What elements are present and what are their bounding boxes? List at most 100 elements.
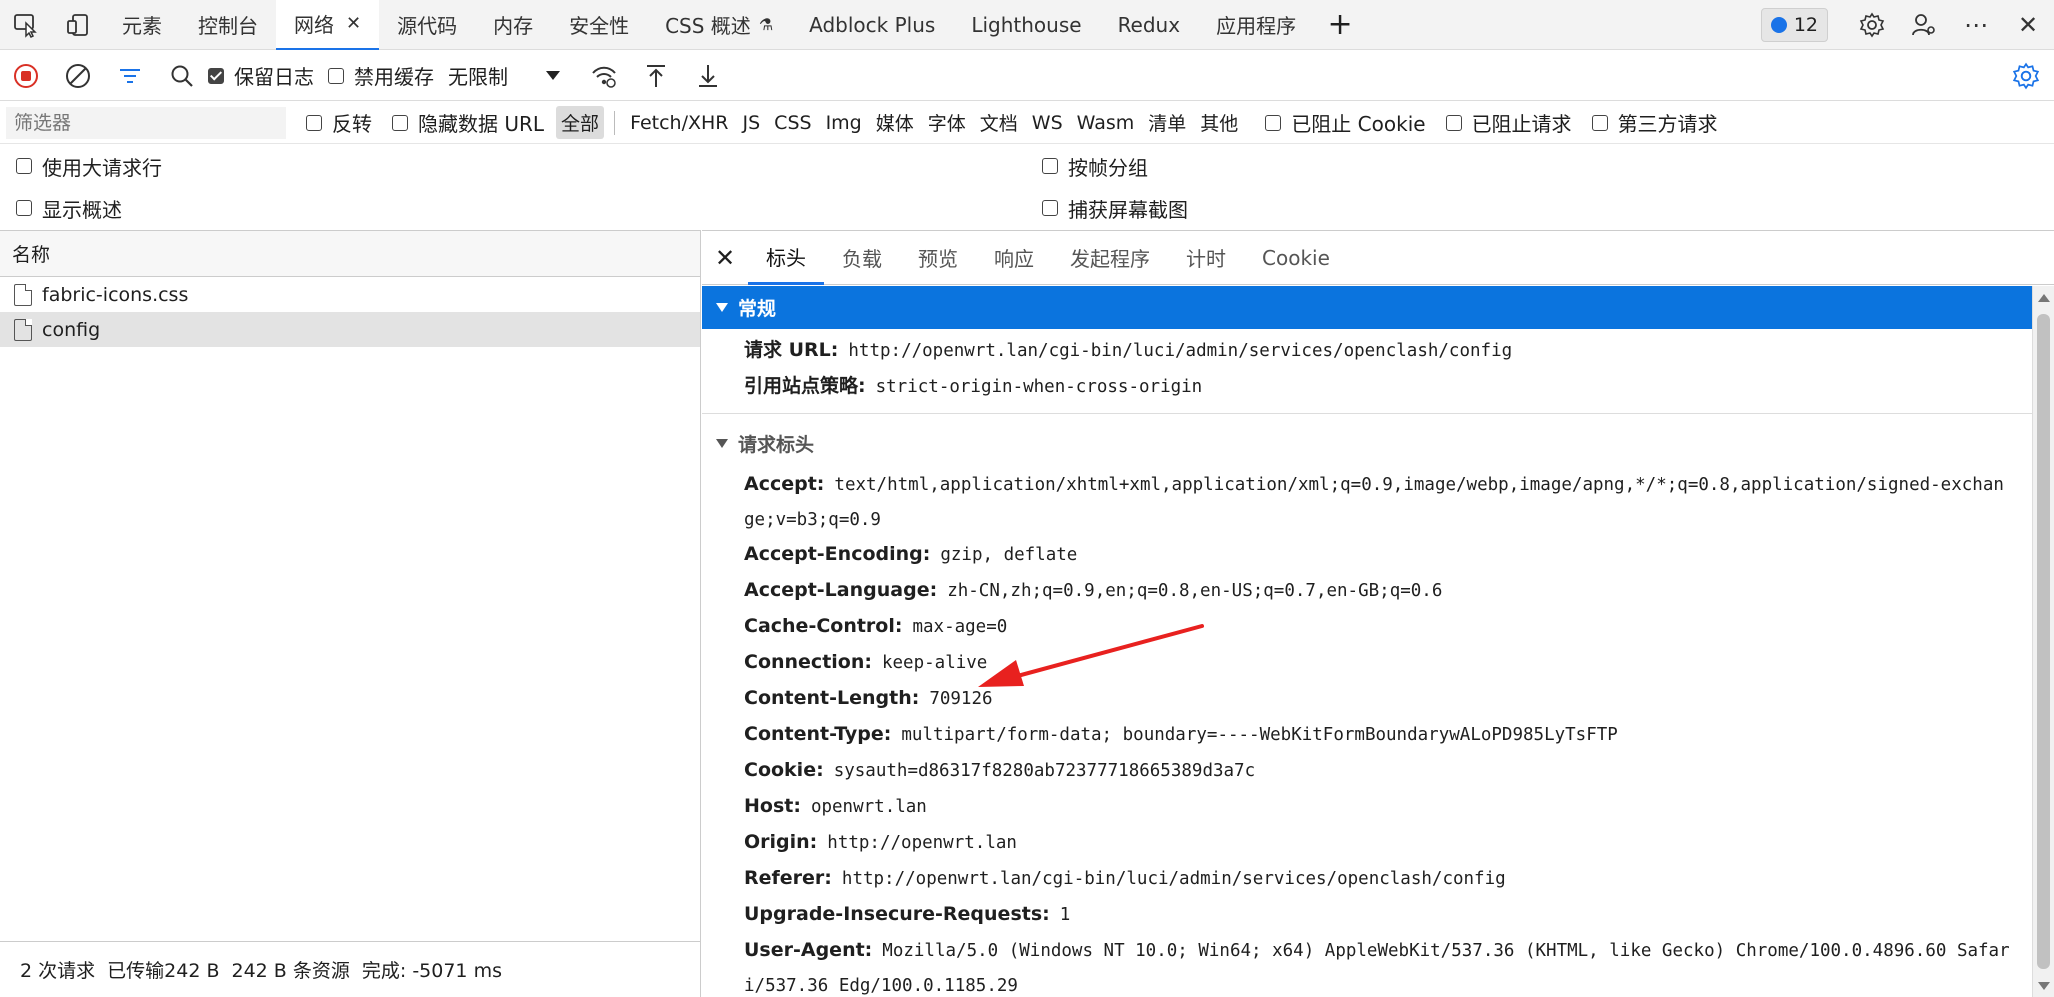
filter-input[interactable] [6, 106, 286, 139]
name-column-header[interactable]: 名称 [0, 231, 700, 277]
capture-screenshots-checkbox[interactable]: 捕获屏幕截图 [1042, 194, 1188, 223]
type-filter-button[interactable]: 全部 [556, 106, 605, 139]
devtools-tab[interactable]: 控制台 [180, 0, 276, 50]
header-key: Accept-Encoding: [744, 543, 931, 565]
close-details-icon[interactable]: ✕ [702, 244, 748, 272]
devtools-tab-label: 源代码 [397, 14, 458, 38]
general-section-header[interactable]: 常规 [702, 286, 2032, 329]
blocked-cookies-checkbox[interactable]: 已阻止 Cookie [1265, 108, 1426, 137]
header-key: Connection: [744, 651, 872, 673]
type-filter-button[interactable]: 其他 [1195, 106, 1243, 139]
preserve-log-checkbox[interactable]: 保留日志 [208, 61, 314, 90]
request-row[interactable]: fabric-icons.css [0, 277, 700, 312]
devtools-tab[interactable]: Adblock Plus [791, 0, 953, 50]
device-emulation-icon[interactable] [52, 0, 104, 50]
details-tab[interactable]: 标头 [748, 230, 824, 285]
third-party-label: 第三方请求 [1617, 112, 1718, 136]
more-options-icon[interactable]: ⋯ [1950, 0, 2002, 50]
devtools-tab[interactable]: 源代码 [379, 0, 475, 50]
details-tab[interactable]: Cookie [1244, 231, 1348, 285]
devtools-tab-label: 安全性 [569, 14, 630, 38]
issues-badge[interactable]: 12 [1760, 8, 1828, 42]
devtools-tab[interactable]: 网络 ✕ [276, 0, 380, 50]
devtools-tab[interactable]: 应用程序 [1198, 0, 1314, 50]
third-party-checkbox[interactable]: 第三方请求 [1591, 108, 1718, 137]
header-row: Connection: keep-alive [702, 645, 2032, 681]
details-tab[interactable]: 发起程序 [1052, 231, 1168, 285]
devtools-tab[interactable]: Redux [1100, 0, 1199, 50]
type-filter-button[interactable]: Fetch/XHR [625, 109, 733, 137]
header-value: http://openwrt.lan/cgi-bin/luci/admin/se… [841, 869, 1506, 889]
details-scrollbar[interactable] [2032, 286, 2054, 997]
hide-data-url-checkbox[interactable]: 隐藏数据 URL [392, 108, 544, 137]
invert-checkbox[interactable]: 反转 [306, 108, 372, 137]
section-divider [702, 413, 2032, 414]
options-row-1: 使用大请求行 按帧分组 [0, 145, 2054, 187]
devtools-tab[interactable]: Lighthouse [953, 0, 1099, 50]
disable-cache-checkbox[interactable]: 禁用缓存 [328, 61, 434, 90]
details-tab[interactable]: 负载 [824, 231, 900, 285]
scroll-down-icon[interactable] [2038, 982, 2050, 990]
header-key: Upgrade-Insecure-Requests: [744, 903, 1050, 925]
type-filter-button[interactable]: JS [738, 109, 766, 137]
name-column-label: 名称 [12, 244, 51, 266]
caret-down-icon [716, 439, 728, 448]
devtools-tab[interactable]: 元素 [104, 0, 180, 50]
transferred-size: 已传输242 B [107, 960, 220, 982]
blocked-requests-checkbox[interactable]: 已阻止请求 [1445, 108, 1572, 137]
show-overview-label: 显示概述 [42, 197, 122, 222]
close-devtools-icon[interactable]: ✕ [2002, 0, 2054, 50]
blocked-requests-check-icon [1445, 114, 1462, 131]
header-key: Accept: [744, 473, 825, 495]
devtools-tab-label: 内存 [493, 14, 534, 38]
request-details-pane: ✕ 标头 负载 预览 响应 发起程序 计时 Cookie 常规 请求 URL: http://… [702, 230, 2054, 997]
record-stop-icon[interactable] [0, 51, 52, 101]
export-har-icon[interactable] [682, 51, 734, 101]
header-row: 引用站点策略: strict-origin-when-cross-origin [702, 369, 2032, 405]
type-filter-button[interactable]: 媒体 [871, 106, 919, 139]
more-tools-add-icon[interactable]: + [1314, 0, 1366, 50]
details-tab[interactable]: 计时 [1168, 231, 1244, 285]
type-filter-button[interactable]: 字体 [923, 106, 971, 139]
customize-user-icon[interactable] [1898, 0, 1950, 50]
network-settings-gear-icon[interactable] [2012, 51, 2040, 101]
type-filter-button[interactable]: WS [1027, 109, 1068, 137]
search-icon[interactable] [156, 51, 208, 101]
scroll-up-icon[interactable] [2038, 294, 2050, 302]
type-filter-button[interactable]: Wasm [1072, 109, 1140, 137]
inspect-element-icon[interactable] [0, 0, 52, 50]
devtools-tab[interactable]: 安全性 [551, 0, 647, 50]
import-har-icon[interactable] [630, 51, 682, 101]
header-key: Accept-Language: [744, 579, 938, 601]
filter-icon[interactable] [104, 51, 156, 101]
type-filter-button[interactable]: Img [821, 109, 867, 137]
request-row-selected[interactable]: config [0, 312, 700, 347]
group-by-frame-check-icon [1042, 158, 1058, 174]
type-filter-button[interactable]: 清单 [1143, 106, 1191, 139]
file-icon [14, 318, 32, 341]
details-tab[interactable]: 响应 [976, 231, 1052, 285]
throttling-select[interactable]: 无限制 [448, 61, 568, 90]
show-overview-checkbox[interactable]: 显示概述 [16, 194, 122, 223]
header-value: 709126 [929, 689, 993, 709]
settings-gear-icon[interactable] [1846, 0, 1898, 50]
devtools-tab[interactable]: 内存 [475, 0, 551, 50]
group-by-frame-checkbox[interactable]: 按帧分组 [1042, 152, 1148, 181]
type-filter-button[interactable]: CSS [769, 109, 816, 137]
details-tab[interactable]: 预览 [900, 231, 976, 285]
type-filter-button[interactable]: 文档 [975, 106, 1023, 139]
devtools-tab[interactable]: CSS 概述 ⚗ [647, 0, 791, 50]
request-headers-section-header[interactable]: 请求标头 [702, 422, 2032, 465]
clear-log-icon[interactable] [52, 51, 104, 101]
blocked-cookies-check-icon [1265, 114, 1282, 131]
scroll-thumb[interactable] [2037, 314, 2050, 969]
network-conditions-icon[interactable] [578, 51, 630, 101]
large-rows-label: 使用大请求行 [42, 155, 162, 180]
large-rows-checkbox[interactable]: 使用大请求行 [16, 152, 162, 181]
file-icon [14, 283, 32, 306]
experimental-flask-icon: ⚗ [758, 15, 774, 34]
close-tab-icon[interactable]: ✕ [346, 13, 361, 34]
header-row: Referer: http://openwrt.lan/cgi-bin/luci/… [702, 861, 2032, 897]
network-toolbar: 保留日志 禁用缓存 无限制 [0, 51, 2054, 101]
network-status-bar: 2 次请求 已传输242 B 242 B 条资源 完成: -5071 ms [0, 941, 700, 997]
